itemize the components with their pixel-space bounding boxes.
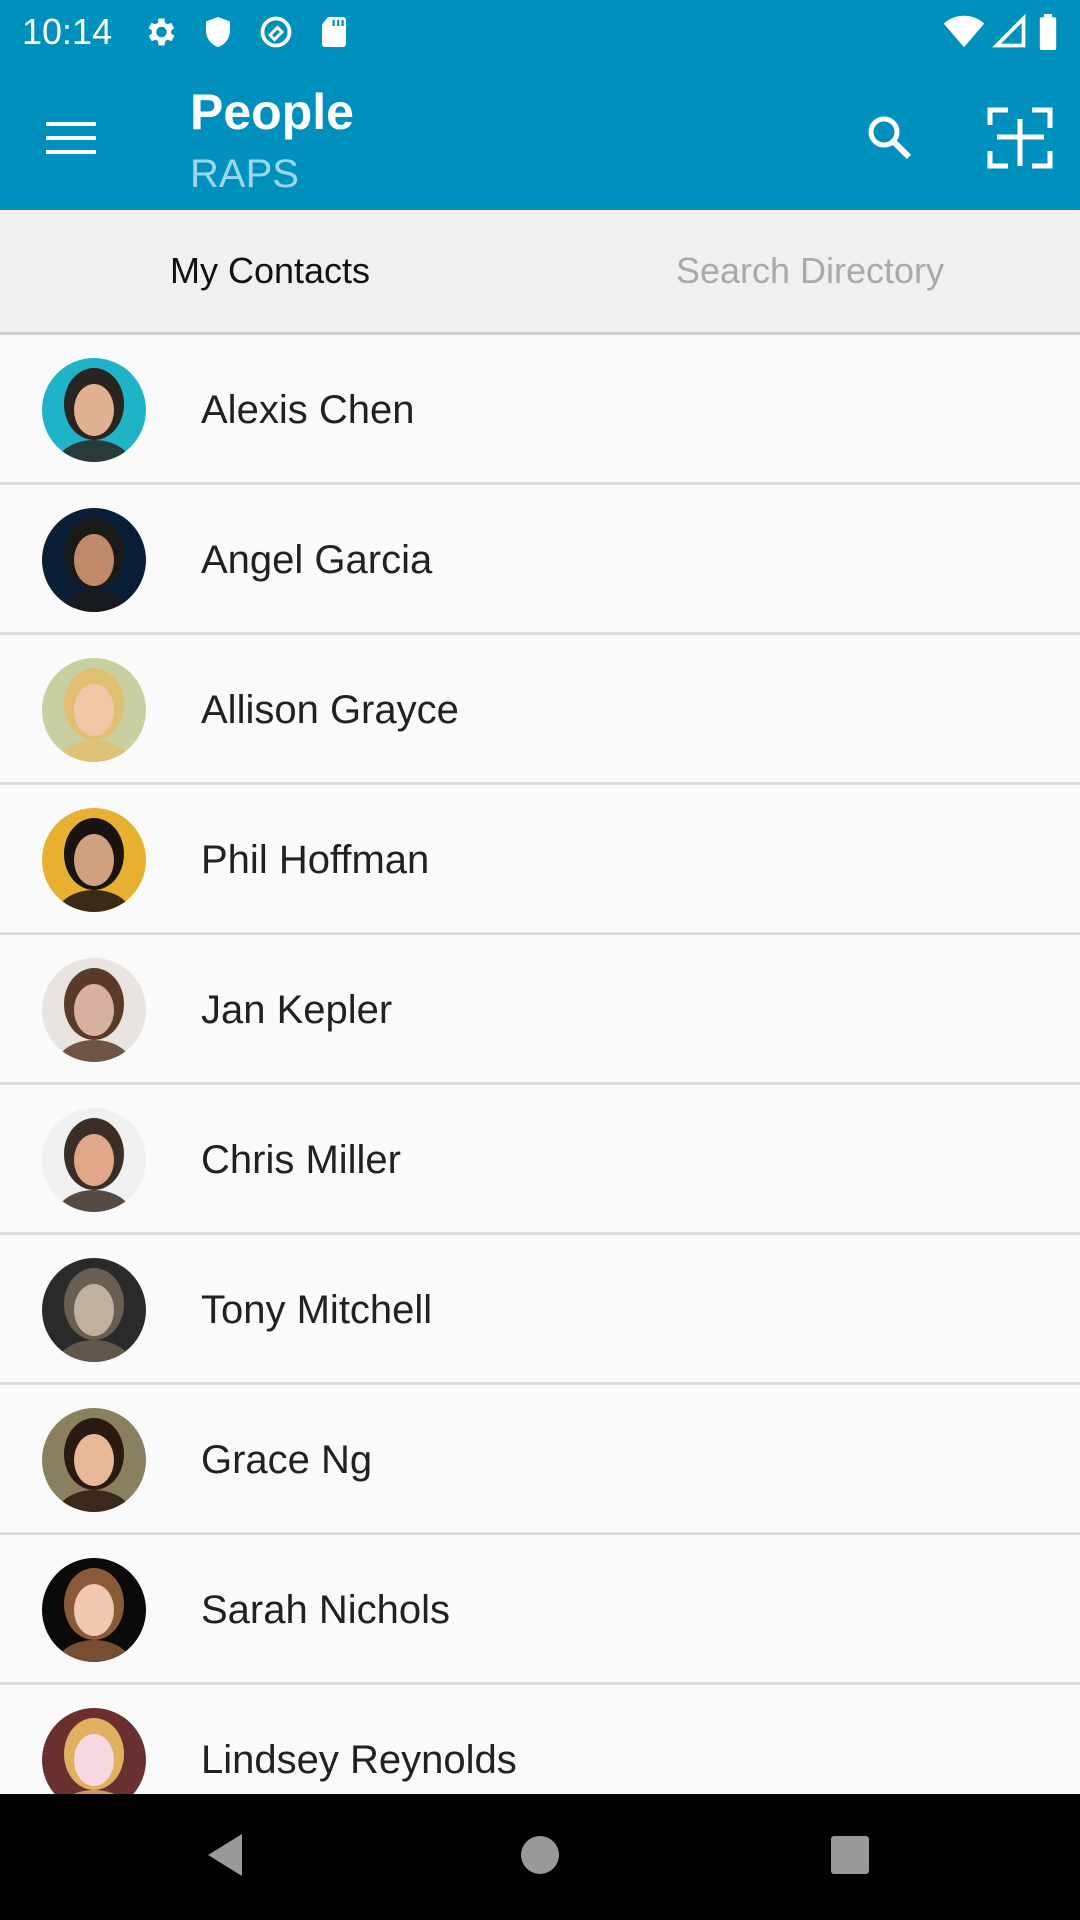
- back-icon: [206, 1832, 246, 1883]
- contact-row[interactable]: Alexis Chen: [0, 335, 1080, 485]
- status-bar: 10:14: [0, 0, 1080, 70]
- avatar[interactable]: [42, 1108, 146, 1212]
- shield-icon: [200, 14, 236, 50]
- avatar[interactable]: [42, 1258, 146, 1362]
- search-button[interactable]: [850, 100, 930, 180]
- avatar[interactable]: [42, 1708, 146, 1794]
- scan-qr-icon: [987, 107, 1053, 174]
- navigation-bar: [0, 1794, 1080, 1920]
- tab-search-directory[interactable]: Search Directory: [540, 210, 1080, 332]
- contact-name: Sarah Nichols: [201, 1587, 451, 1632]
- contact-row[interactable]: Allison Grayce: [0, 635, 1080, 785]
- contact-row[interactable]: Lindsey Reynolds: [0, 1685, 1080, 1794]
- tab-bar: My Contacts Search Directory: [0, 210, 1080, 335]
- contact-row[interactable]: Angel Garcia: [0, 485, 1080, 635]
- avatar[interactable]: [42, 358, 146, 462]
- gear-icon: [142, 14, 178, 50]
- contact-name: Tony Mitchell: [201, 1287, 433, 1332]
- contact-name: Lindsey Reynolds: [201, 1737, 517, 1782]
- contact-row[interactable]: Sarah Nichols: [0, 1535, 1080, 1685]
- avatar[interactable]: [42, 658, 146, 762]
- recents-button[interactable]: [810, 1822, 890, 1892]
- hamburger-menu-icon: [46, 118, 98, 163]
- status-time: 10:14: [22, 11, 113, 52]
- home-button[interactable]: [500, 1822, 580, 1892]
- avatar[interactable]: [42, 1558, 146, 1662]
- home-icon: [520, 1835, 560, 1880]
- recents-icon: [830, 1835, 870, 1880]
- contact-row[interactable]: Jan Kepler: [0, 935, 1080, 1085]
- battery-icon: [1036, 14, 1060, 50]
- contact-name: Grace Ng: [201, 1437, 373, 1482]
- cell-signal-icon: [991, 13, 1028, 50]
- contact-name: Jan Kepler: [201, 987, 393, 1032]
- contact-name: Angel Garcia: [201, 537, 433, 582]
- app-bar: People RAPS: [0, 70, 1080, 210]
- at-sync-icon: [258, 14, 294, 50]
- avatar[interactable]: [42, 958, 146, 1062]
- back-button[interactable]: [186, 1822, 266, 1892]
- contact-name: Chris Miller: [201, 1137, 401, 1182]
- sd-card-icon: [316, 14, 352, 50]
- avatar[interactable]: [42, 808, 146, 912]
- search-icon: [864, 112, 916, 169]
- menu-button[interactable]: [30, 100, 114, 180]
- contact-name: Phil Hoffman: [201, 837, 430, 882]
- wifi-icon: [942, 14, 986, 50]
- page-title: People: [190, 84, 354, 140]
- contact-name: Allison Grayce: [201, 687, 459, 732]
- contact-row[interactable]: Grace Ng: [0, 1385, 1080, 1535]
- contact-list[interactable]: Alexis Chen Angel Garcia Allison Grayce Phi…: [0, 335, 1080, 1794]
- scan-button[interactable]: [975, 95, 1065, 185]
- contact-row[interactable]: Chris Miller: [0, 1085, 1080, 1235]
- page-subtitle: RAPS: [190, 152, 299, 196]
- contact-name: Alexis Chen: [201, 387, 415, 432]
- tab-my-contacts[interactable]: My Contacts: [0, 210, 540, 332]
- contact-row[interactable]: Phil Hoffman: [0, 785, 1080, 935]
- avatar[interactable]: [42, 508, 146, 612]
- contact-row[interactable]: Tony Mitchell: [0, 1235, 1080, 1385]
- avatar[interactable]: [42, 1408, 146, 1512]
